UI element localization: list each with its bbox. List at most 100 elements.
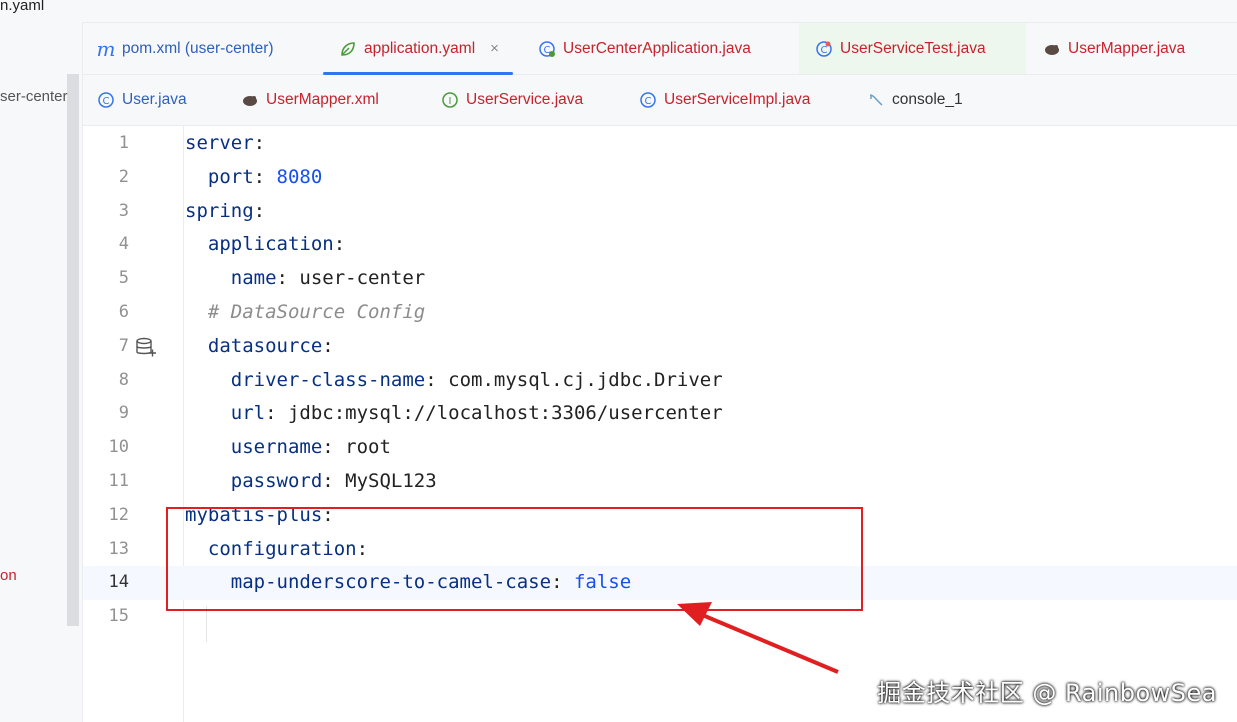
code-line[interactable]: 7 datasource: [83,330,1237,364]
code-text: datasource: [185,330,334,364]
line-number[interactable]: 8 [83,364,129,398]
yaml-key: spring [185,199,254,222]
close-tab-icon[interactable]: × [490,40,499,57]
database-gutter-icon[interactable] [135,336,157,358]
tab-label: console_1 [892,91,963,108]
code-text: driver-class-name: com.mysql.cj.jdbc.Dri… [185,364,723,398]
code-line[interactable]: 1 server: [83,127,1237,161]
yaml-value: MySQL123 [345,470,437,492]
class-icon: C [97,91,115,109]
test-class-icon: C [815,40,833,58]
project-panel-scrollbar[interactable] [67,74,79,626]
code-line[interactable]: 5 name: user-center [83,262,1237,296]
code-text: spring: [185,195,265,229]
yaml-separator: : [322,334,334,357]
title-bar: n.yaml [0,0,1237,23]
indent-guide [206,606,207,642]
tab-userserviceimpl-java[interactable]: C UserServiceImpl.java [639,75,810,125]
line-number[interactable]: 6 [83,296,129,330]
yaml-separator: : [253,199,266,222]
yaml-separator: : [322,436,346,459]
tab-application-yaml[interactable]: application.yaml × [323,23,513,75]
editor-tabs-row-1: m pom.xml (user-center) application.yaml… [83,23,1237,75]
code-line[interactable]: 10 username: root [83,431,1237,465]
project-panel: ser-center on [0,22,83,722]
code-line[interactable]: 2 port: 8080 [83,161,1237,195]
tab-label: pom.xml (user-center) [122,39,274,57]
code-line[interactable]: 8 driver-class-name: com.mysql.cj.jdbc.D… [83,364,1237,398]
project-tree-item[interactable]: on [0,567,17,584]
yaml-value: user-center [299,267,426,290]
code-text: # DataSource Config [185,296,425,330]
tab-label: User.java [122,91,187,108]
yaml-key: port [207,165,254,188]
line-number[interactable]: 3 [83,195,129,229]
tab-label: UserCenterApplication.java [563,39,751,57]
class-icon: C [639,91,657,109]
tab-pom-xml[interactable]: m pom.xml (user-center) [97,23,274,74]
tab-label: application.yaml [364,39,476,57]
tab-usermapper-java[interactable]: UserMapper.java [1043,23,1185,74]
code-line[interactable]: 4 application: [83,228,1237,262]
line-number[interactable]: 12 [83,499,129,533]
yaml-separator: : [253,165,277,188]
line-number[interactable]: 1 [83,127,129,161]
tab-userservice-java[interactable]: I UserService.java [441,75,583,125]
tab-usermapper-xml[interactable]: UserMapper.xml [241,75,379,125]
line-number[interactable]: 15 [83,600,129,634]
tab-userservicetest-java[interactable]: C UserServiceTest.java [799,23,1026,74]
code-text: application: [185,228,345,262]
tab-label: UserMapper.xml [266,91,379,108]
code-editor[interactable]: 1 server: 2 port: 8080 3 spring: 4 applicatio… [83,126,1237,722]
line-number[interactable]: 4 [83,228,129,262]
line-number[interactable]: 2 [83,161,129,195]
line-number[interactable]: 14 [83,566,129,600]
interface-icon: I [441,91,459,109]
tab-label: UserService.java [466,91,584,108]
line-number[interactable]: 13 [83,533,129,567]
yaml-comment: # DataSource Config [207,301,426,323]
yaml-key: username [230,436,323,459]
project-tree-root[interactable]: ser-center [0,88,68,105]
code-text: url: jdbc:mysql://localhost:3306/usercen… [185,397,723,431]
yaml-key: password [230,470,323,492]
yaml-leaf-icon [339,40,357,58]
line-number[interactable]: 9 [83,397,129,431]
yaml-key: datasource [207,334,323,357]
code-line[interactable]: 3 spring: [83,195,1237,229]
tab-user-java[interactable]: C User.java [97,75,187,125]
yaml-separator: : [425,368,449,391]
line-number[interactable]: 5 [83,262,129,296]
yaml-key: url [230,402,266,425]
code-text: password: MySQL123 [185,465,437,499]
line-number[interactable]: 11 [83,465,129,499]
code-text: port: 8080 [185,161,322,195]
line-number[interactable]: 7 [83,330,129,364]
yaml-separator: : [333,233,346,256]
tab-usercenterapplication-java[interactable]: C UserCenterApplication.java [538,23,751,74]
yaml-separator: : [253,132,266,154]
yaml-key: server [185,132,254,154]
editor-tabs-row-2: C User.java UserMapper.xml I UserService… [83,75,1237,126]
svg-text:C: C [103,96,110,107]
watermark: 掘金技术社区 @ RainbowSea [877,679,1217,707]
code-line[interactable]: 11 password: MySQL123 [83,465,1237,499]
yaml-key: name [230,267,277,290]
svg-text:C: C [645,96,652,107]
line-number[interactable]: 10 [83,431,129,465]
mybatis-bird-icon [1043,40,1061,58]
code-line[interactable]: 6 # DataSource Config [83,296,1237,330]
tab-label: UserMapper.java [1068,39,1186,57]
tab-label: UserServiceImpl.java [664,91,811,108]
tab-console-1[interactable]: console_1 [867,75,963,125]
code-line[interactable]: 9 url: jdbc:mysql://localhost:3306/userc… [83,397,1237,431]
